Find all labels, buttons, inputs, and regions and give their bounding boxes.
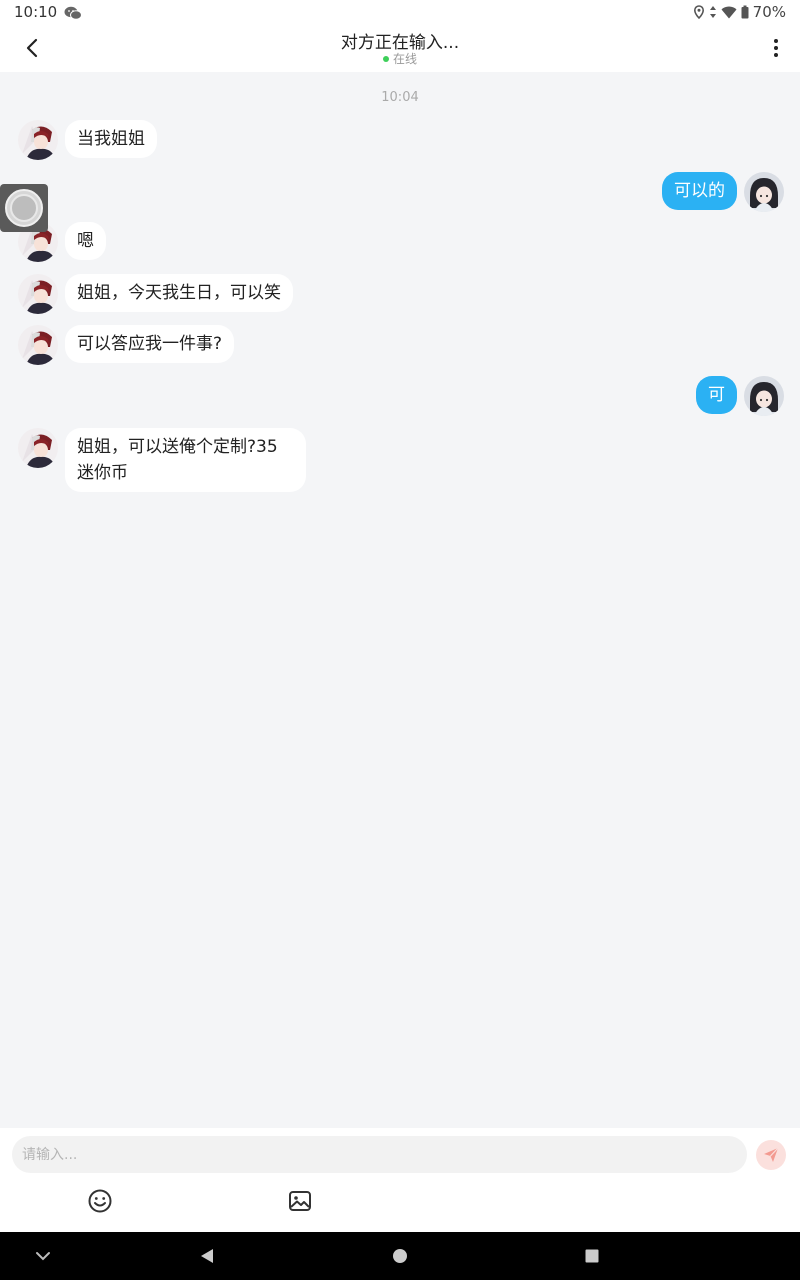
chat-header: 对方正在输入... 在线 <box>0 24 800 72</box>
my-avatar[interactable] <box>744 172 784 212</box>
message-bubble[interactable]: 可以的 <box>662 172 737 210</box>
image-button[interactable] <box>287 1188 313 1214</box>
message-bubble[interactable]: 可以答应我一件事? <box>65 325 235 363</box>
composer <box>0 1128 800 1232</box>
message-timestamp: 10:04 <box>381 90 419 105</box>
online-status-label: 在线 <box>392 52 417 66</box>
more-vertical-icon <box>774 39 778 57</box>
send-button[interactable] <box>756 1140 786 1170</box>
more-options-button[interactable] <box>762 34 790 62</box>
image-icon <box>289 1191 311 1211</box>
message-item: 姐姐，今天我生日，可以笑 <box>18 274 300 314</box>
message-bubble[interactable]: 姐姐，可以送俺个定制?35迷你币 <box>65 428 306 492</box>
message-bubble[interactable]: 可 <box>696 376 737 414</box>
message-item: 姐姐，可以送俺个定制?35迷你币 <box>18 428 313 492</box>
wifi-icon <box>721 6 737 19</box>
back-triangle-icon <box>201 1249 213 1263</box>
message-item: 可以的 <box>655 172 784 212</box>
wechat-icon <box>64 5 82 20</box>
nav-back-button[interactable] <box>183 1232 231 1280</box>
data-arrows-icon <box>709 5 717 19</box>
online-dot-icon <box>382 55 389 62</box>
battery-icon <box>741 5 749 19</box>
my-avatar[interactable] <box>744 376 784 416</box>
sender-avatar[interactable] <box>18 120 58 160</box>
assist-ring-icon <box>5 189 43 227</box>
nav-recents-button[interactable] <box>568 1232 616 1280</box>
emoji-icon <box>88 1189 112 1213</box>
message-bubble[interactable]: 当我姐姐 <box>65 120 157 158</box>
message-input[interactable] <box>12 1136 747 1173</box>
sender-avatar[interactable] <box>18 274 58 314</box>
chevron-down-icon <box>36 1252 50 1261</box>
chat-messages[interactable]: 10:04 当我姐姐 可以的 嗯 姐姐，今天我生日，可以笑 可以答应我一件事? … <box>0 72 800 1128</box>
online-status: 在线 <box>0 50 800 67</box>
send-icon <box>764 1147 779 1162</box>
floating-assist-button[interactable] <box>0 184 48 232</box>
nav-home-button[interactable] <box>376 1232 424 1280</box>
recents-square-icon <box>585 1249 599 1263</box>
message-bubble[interactable]: 嗯 <box>65 222 106 260</box>
home-circle-icon <box>393 1249 407 1263</box>
sender-avatar[interactable] <box>18 325 58 365</box>
battery-percent: 70% <box>752 3 786 21</box>
message-item: 当我姐姐 <box>18 120 164 160</box>
sender-avatar[interactable] <box>18 428 58 468</box>
status-bar: 10:10 70% <box>0 0 800 24</box>
message-bubble[interactable]: 姐姐，今天我生日，可以笑 <box>65 274 293 312</box>
status-time: 10:10 <box>14 3 58 21</box>
message-item: 可 <box>689 376 784 416</box>
message-item: 可以答应我一件事? <box>18 325 241 365</box>
location-icon <box>693 5 705 19</box>
emoji-button[interactable] <box>87 1188 113 1214</box>
hide-keyboard-button[interactable] <box>19 1232 67 1280</box>
system-nav-bar <box>0 1232 800 1280</box>
status-icons: 70% <box>693 3 786 21</box>
